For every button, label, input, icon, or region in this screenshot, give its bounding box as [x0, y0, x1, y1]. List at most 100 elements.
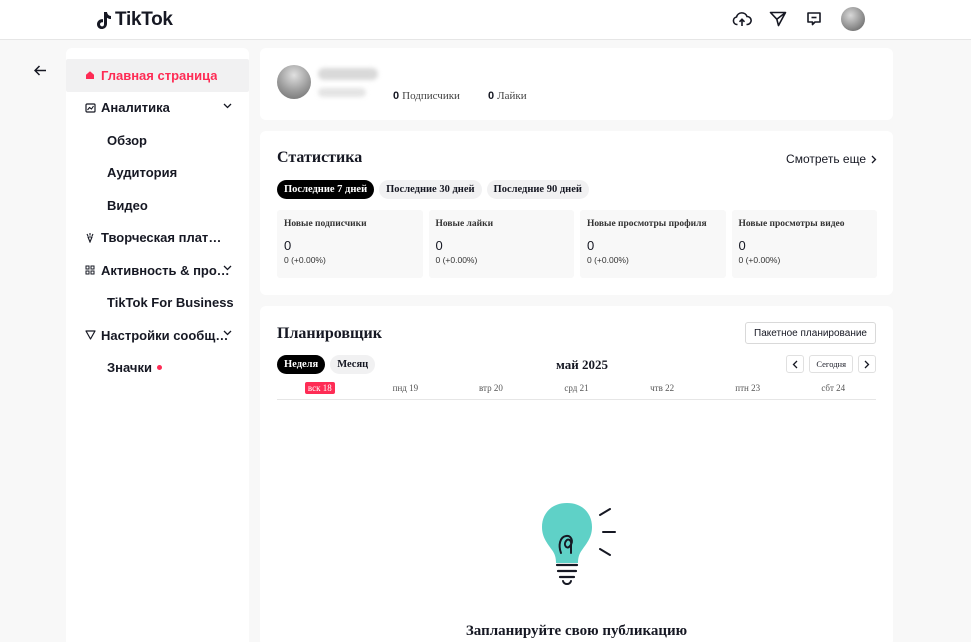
metric-value: 0: [435, 238, 443, 253]
day-label: втр 20: [479, 383, 503, 393]
lightbulb-illustration: [542, 503, 616, 585]
sidebar-item-home[interactable]: Главная страница: [66, 59, 249, 92]
metric-delta: 0 (+0.00%): [435, 255, 478, 265]
day-header[interactable]: срд 21: [534, 383, 620, 399]
month-label: май 2025: [556, 357, 609, 372]
notification-dot: [156, 365, 162, 371]
chevron-right-icon: [864, 360, 870, 368]
metric-delta: 0 (+0.00%): [284, 255, 326, 265]
view-tabs: Неделя Месяц: [277, 355, 376, 374]
day-label: чтв 22: [650, 383, 675, 393]
sidebar-item-badges[interactable]: Значки: [66, 352, 249, 385]
prev-week-button[interactable]: [786, 355, 805, 373]
chevron-right-icon: [871, 155, 877, 163]
blurred-handle: [318, 88, 366, 97]
tiktok-note-icon: [97, 11, 111, 29]
filter-icon: [84, 330, 96, 340]
day-label: вск 18: [304, 382, 335, 394]
upload-cloud-icon[interactable]: [729, 6, 755, 32]
arrow-left-icon: [33, 64, 46, 76]
likes-stat: 0 Лайки: [488, 90, 527, 102]
tab-last-7-days[interactable]: Последние 7 дней: [277, 180, 375, 199]
metric-label: Новые просмотры профиля: [587, 219, 707, 229]
home-icon: [84, 70, 96, 80]
metrics-row: Новые подписчики 0 0 (+0.00%) Новые лайк…: [277, 210, 877, 278]
back-button[interactable]: [28, 58, 52, 82]
sidebar-item-message-settings[interactable]: Настройки сообщений: [66, 319, 249, 352]
next-week-button[interactable]: [858, 355, 876, 373]
statistics-title: Статистика: [277, 149, 363, 166]
profile-avatar[interactable]: [277, 65, 311, 99]
see-more-label: Смотреть еще: [786, 152, 866, 166]
tiktok-logo[interactable]: TikTok: [96, 9, 173, 31]
top-bar: TikTok: [0, 0, 971, 40]
sidebar-item-business[interactable]: TikTok For Business: [66, 287, 249, 320]
day-header[interactable]: пнд 19: [363, 383, 449, 399]
sidebar-item-audience[interactable]: Аудитория: [66, 157, 249, 190]
tab-last-30-days[interactable]: Последние 30 дней: [379, 180, 482, 199]
logo-text: TikTok: [115, 9, 173, 30]
sidebar-item-label: TikTok For Business: [107, 295, 234, 311]
day-header[interactable]: втр 20: [448, 383, 534, 399]
send-icon[interactable]: [765, 6, 791, 32]
followers-label: Подписчики: [402, 90, 460, 102]
sidebar: Главная страница Аналитика Обзор Аудитор…: [66, 48, 249, 642]
day-header[interactable]: птн 23: [705, 383, 791, 399]
sidebar-item-label: Аналитика: [101, 100, 170, 116]
sidebar-item-label: Значки: [107, 360, 152, 376]
creative-icon: [84, 232, 96, 244]
sidebar-item-label: Творческая платформа: [101, 230, 231, 246]
period-tabs: Последние 7 дней Последние 30 дней После…: [277, 180, 589, 199]
sidebar-item-label: Аудитория: [107, 165, 178, 181]
likes-label: Лайки: [497, 90, 527, 102]
day-label: сбт 24: [821, 383, 846, 393]
calendar-nav: Сегодня: [786, 355, 876, 373]
sidebar-item-creative[interactable]: Творческая платформа: [66, 222, 249, 255]
statistics-card: Статистика Смотреть еще Последние 7 дней…: [260, 131, 893, 295]
metric-label: Новые просмотры видео: [738, 219, 845, 229]
tab-month[interactable]: Месяц: [330, 355, 376, 374]
likes-count: 0: [488, 90, 495, 102]
metric-value: 0: [284, 238, 292, 253]
empty-state-title: Запланируйте свою публикацию: [465, 623, 688, 639]
metric-new-followers[interactable]: Новые подписчики 0 0 (+0.00%): [277, 210, 423, 278]
chevron-down-icon: [223, 103, 232, 108]
sidebar-item-video[interactable]: Видео: [66, 189, 249, 222]
day-label: птн 23: [735, 383, 761, 393]
top-icons: [729, 6, 865, 32]
user-avatar[interactable]: [841, 7, 865, 31]
sidebar-item-label: Активность & продвижение: [101, 262, 231, 278]
metric-profile-views[interactable]: Новые просмотры профиля 0 0 (+0.00%): [580, 210, 726, 278]
message-icon[interactable]: [801, 6, 827, 32]
metric-delta: 0 (+0.00%): [738, 255, 781, 265]
grid-icon: [84, 265, 96, 275]
chevron-down-icon: [223, 330, 232, 336]
planner-card: Планировщик Пакетное планирование Неделя…: [260, 306, 893, 642]
metric-video-views[interactable]: Новые просмотры видео 0 0 (+0.00%): [731, 210, 877, 278]
day-header[interactable]: чтв 22: [619, 383, 705, 399]
planner-title: Планировщик: [277, 325, 382, 342]
profile-card: 0 Подписчики 0 Лайки: [260, 48, 893, 120]
analytics-icon: [84, 103, 96, 113]
chevron-left-icon: [792, 360, 798, 368]
sidebar-item-overview[interactable]: Обзор: [66, 124, 249, 157]
tab-last-90-days[interactable]: Последние 90 дней: [486, 180, 589, 199]
day-header-today[interactable]: вск 18: [277, 382, 363, 399]
sidebar-item-analytics[interactable]: Аналитика: [66, 92, 249, 125]
chevron-down-icon: [223, 265, 232, 271]
sidebar-item-activity[interactable]: Активность & продвижение: [66, 254, 249, 287]
tab-week[interactable]: Неделя: [277, 355, 326, 374]
today-button[interactable]: Сегодня: [809, 355, 853, 373]
followers-stat: 0 Подписчики: [393, 90, 460, 102]
sidebar-item-label: Главная страница: [101, 67, 218, 83]
metric-new-likes[interactable]: Новые лайки 0 0 (+0.00%): [428, 210, 574, 278]
sidebar-item-label: Настройки сообщений: [101, 327, 231, 343]
day-header[interactable]: сбт 24: [790, 383, 876, 399]
metric-label: Новые подписчики: [284, 219, 367, 229]
batch-schedule-button[interactable]: Пакетное планирование: [745, 322, 876, 344]
metric-delta: 0 (+0.00%): [587, 255, 629, 265]
followers-count: 0: [393, 90, 400, 102]
blurred-username: [318, 68, 378, 80]
sidebar-item-label: Видео: [107, 197, 148, 213]
see-more-link[interactable]: Смотреть еще: [786, 152, 877, 166]
